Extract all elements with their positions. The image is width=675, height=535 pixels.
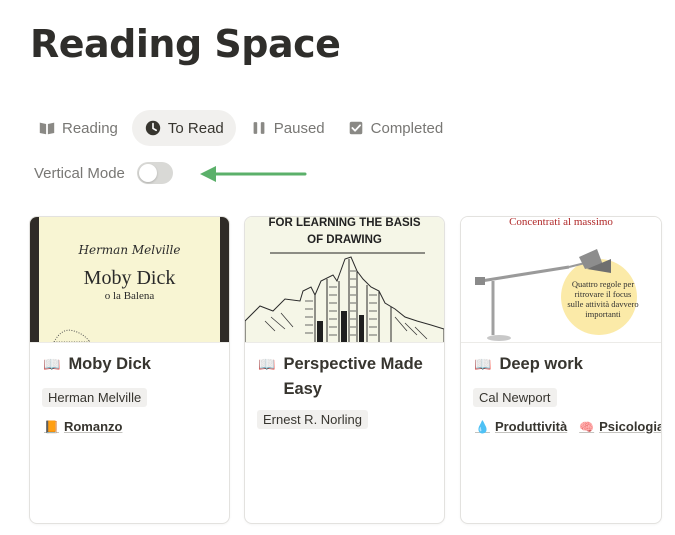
book-cover: Concentrati al massimo Quattro regole pe…	[461, 217, 661, 343]
cover-skyline-illustration	[245, 252, 444, 342]
cover-note: Quattro regole per ritrovare il focus su…	[557, 279, 649, 319]
droplet-icon: 💧	[475, 419, 490, 434]
cover-title: Moby Dick	[83, 267, 176, 289]
book-cover: Herman Melville Moby Dick o la Balena	[30, 217, 229, 343]
vertical-mode-toggle[interactable]	[136, 162, 173, 184]
cover-line-2: OF DRAWING	[307, 234, 382, 246]
genre-label: Psicologia	[599, 419, 662, 434]
book-emoji-icon: 📖	[474, 356, 492, 372]
book-title-text: Moby Dick	[68, 355, 151, 373]
cover-heading: Concentrati al massimo	[509, 217, 613, 228]
genre-label: Produttività	[494, 419, 568, 434]
clock-icon	[145, 120, 161, 136]
cover-illustration	[53, 329, 91, 342]
orange-book-icon: 📙	[44, 419, 59, 434]
tab-label: Paused	[273, 119, 325, 137]
cover-subtitle: o la Balena	[104, 290, 155, 302]
genre-link[interactable]: 📙 Romanzo	[44, 419, 122, 434]
cover-line-1: FOR LEARNING THE BASIS	[268, 217, 421, 229]
vertical-mode-label: Vertical Mode	[34, 164, 125, 182]
pause-icon	[253, 122, 265, 134]
book-title-text: Deep work	[499, 355, 583, 373]
cover-note-line: sulle attività davvero	[567, 299, 639, 309]
tab-reading[interactable]: Reading	[30, 110, 126, 146]
tab-completed[interactable]: Completed	[339, 110, 452, 146]
page-title: Reading Space	[30, 22, 341, 66]
author-tag: Cal Newport	[473, 388, 557, 407]
genre-label: Romanzo	[63, 419, 123, 434]
checkbox-icon	[349, 121, 362, 135]
book-cover: FOR LEARNING THE BASIS OF DRAWING	[245, 217, 444, 343]
cover-note-line: ritrovare il focus	[574, 289, 632, 299]
book-emoji-icon: 📖	[43, 356, 61, 372]
cover-author: Herman Melville	[78, 243, 181, 257]
tab-paused[interactable]: Paused	[242, 110, 333, 146]
tab-label: To Read	[167, 119, 224, 137]
book-title-text: Perspective Made Easy	[283, 355, 423, 398]
arrow-left-icon	[200, 166, 307, 182]
book-title: 📖 Deep work	[474, 352, 654, 377]
tab-to-read[interactable]: To Read	[131, 110, 236, 146]
author-tag: Herman Melville	[42, 388, 148, 407]
book-title: 📖 Moby Dick	[43, 352, 223, 377]
book-card-moby-dick[interactable]: Herman Melville Moby Dick o la Balena 📖 …	[29, 216, 230, 524]
brain-icon: 🧠	[579, 419, 595, 434]
book-title: 📖 Perspective Made Easy	[258, 352, 438, 402]
book-card-deep-work[interactable]: Concentrati al massimo Quattro regole pe…	[460, 216, 662, 524]
open-book-icon	[39, 122, 55, 135]
view-tabs: Reading To Read Paused Completed	[30, 110, 451, 146]
genre-link[interactable]: 🧠 Psicologia	[579, 419, 662, 434]
vertical-mode-row: Vertical Mode	[34, 162, 173, 184]
toggle-knob	[138, 164, 157, 182]
author-tag: Ernest R. Norling	[257, 410, 368, 429]
genre-link[interactable]: 💧 Produttività	[475, 419, 567, 434]
book-card-perspective-made-easy[interactable]: FOR LEARNING THE BASIS OF DRAWING 📖 Pers…	[244, 216, 445, 524]
tab-label: Reading	[62, 119, 118, 137]
tab-label: Completed	[370, 119, 444, 137]
cover-note-line: Quattro regole per	[571, 279, 635, 289]
genre-list: 📙 Romanzo	[44, 419, 122, 434]
genre-list: 💧 Produttività 🧠 Psicologia	[475, 419, 662, 434]
cover-note-line: importanti	[585, 309, 621, 319]
book-emoji-icon: 📖	[258, 356, 276, 372]
